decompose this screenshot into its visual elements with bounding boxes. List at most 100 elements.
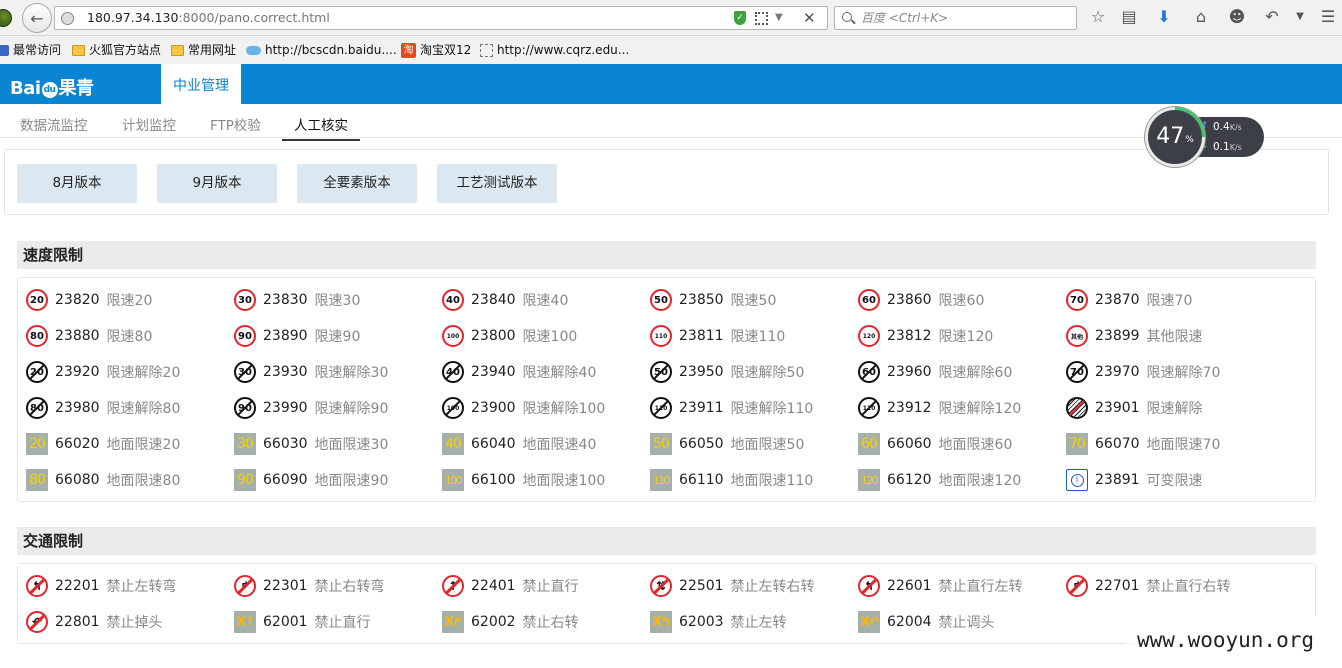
sign-item[interactable]: ⇅ 22501 禁止左转右转 xyxy=(650,574,815,598)
sign-item[interactable]: 110 23811 限速110 xyxy=(650,324,785,348)
speed-limit-icon: 90 xyxy=(234,325,256,347)
sign-item[interactable]: ↶ 22801 禁止掉头 xyxy=(26,610,163,634)
chevron-down-icon[interactable]: ▼ xyxy=(1290,7,1310,27)
sign-item[interactable]: 80 23880 限速80 xyxy=(26,324,152,348)
arrow-left-icon: ← xyxy=(30,8,44,28)
bookmark-item[interactable]: 最常访问 xyxy=(0,36,61,64)
sign-item[interactable]: 20 23820 限速20 xyxy=(26,288,152,312)
home-icon[interactable]: ⌂ xyxy=(1191,7,1211,27)
speed-limit-icon: 30 xyxy=(234,289,256,311)
sign-item[interactable]: 20 23920 限速解除20 xyxy=(26,360,180,384)
sign-name: 地面限速50 xyxy=(730,437,805,453)
sign-name: 禁止右转弯 xyxy=(314,579,385,595)
version-button-sep[interactable]: 9月版本 xyxy=(157,164,277,203)
bookmark-item[interactable]: http://bcscdn.baidu.... xyxy=(246,36,397,64)
subnav-item-manual-verify[interactable]: 人工核实 xyxy=(282,114,360,141)
dropdown-icon[interactable]: ▼ xyxy=(775,7,783,29)
sign-item[interactable]: 50 66050 地面限速50 xyxy=(650,432,804,456)
sign-item[interactable]: 120 23812 限速120 xyxy=(858,324,993,348)
sign-item[interactable]: 80 66080 地面限速80 xyxy=(26,468,180,492)
sign-name: 限速解除80 xyxy=(106,401,181,417)
sign-item[interactable]: 80 23980 限速解除80 xyxy=(26,396,180,420)
search-bar[interactable]: 百度 <Ctrl+K> xyxy=(834,6,1077,30)
bookmark-label: 淘宝双12 xyxy=(420,43,472,57)
sign-code: 23911 xyxy=(679,400,724,416)
sign-item[interactable]: ↰ 22601 禁止直行左转 xyxy=(858,574,1023,598)
download-icon[interactable]: ⬇ xyxy=(1154,7,1174,27)
sign-name: 限速解除50 xyxy=(730,365,805,381)
sign-item[interactable]: 其他 23899 其他限速 xyxy=(1066,324,1203,348)
sign-item[interactable]: 110 23911 限速解除110 xyxy=(650,396,813,420)
back-button[interactable]: ← xyxy=(22,3,52,33)
sign-item[interactable]: 50 23850 限速50 xyxy=(650,288,776,312)
logo[interactable]: Bai du 果青 xyxy=(10,71,94,99)
sign-item[interactable]: i 23891 可变限速 xyxy=(1066,468,1203,492)
sign-item[interactable]: X↱ 62002 禁止右转 xyxy=(442,610,579,634)
sign-item[interactable]: X↰ 62003 禁止左转 xyxy=(650,610,787,634)
sign-code: 23811 xyxy=(679,328,724,344)
sign-item[interactable]: 120 23912 限速解除120 xyxy=(858,396,1021,420)
version-button-test[interactable]: 工艺测试版本 xyxy=(437,164,557,203)
sign-item[interactable]: 120 66120 地面限速120 xyxy=(858,468,1021,492)
speed-limit-icon: 100 xyxy=(442,325,464,347)
undo-icon[interactable]: ↶ xyxy=(1262,7,1282,27)
bookmark-item[interactable]: 常用网址 xyxy=(171,36,236,64)
sign-item[interactable]: 60 66060 地面限速60 xyxy=(858,432,1012,456)
sign-item[interactable]: 60 23960 限速解除60 xyxy=(858,360,1012,384)
sign-name: 限速解除120 xyxy=(938,401,1022,417)
sign-item[interactable]: 40 23840 限速40 xyxy=(442,288,568,312)
shield-icon[interactable]: ✓ xyxy=(734,11,746,25)
sign-item[interactable]: 30 66030 地面限速30 xyxy=(234,432,388,456)
no-turn-sign-icon: ↱ xyxy=(1066,575,1088,597)
sign-item[interactable]: ↱ 22301 禁止右转弯 xyxy=(234,574,385,598)
reading-list-icon[interactable]: ▤ xyxy=(1119,7,1139,27)
qr-code-icon[interactable] xyxy=(755,12,768,25)
url-text[interactable]: 180.97.34.130:8000/pano.correct.html xyxy=(87,7,330,29)
sign-code: 23890 xyxy=(263,328,308,344)
sign-item[interactable]: 70 23970 限速解除70 xyxy=(1066,360,1220,384)
sign-item[interactable]: ↱ 22701 禁止直行右转 xyxy=(1066,574,1231,598)
close-icon[interactable]: ✕ xyxy=(803,7,816,29)
sign-item[interactable]: 40 23940 限速解除40 xyxy=(442,360,596,384)
sign-item[interactable]: 70 23870 限速70 xyxy=(1066,288,1192,312)
sign-item[interactable]: X↑ 62001 禁止直行 xyxy=(234,610,371,634)
sign-item[interactable]: 90 23890 限速90 xyxy=(234,324,360,348)
bookmark-item[interactable]: 火狐官方站点 xyxy=(72,36,161,64)
sign-item[interactable]: 100 23800 限速100 xyxy=(442,324,577,348)
subnav-item-ftp-check[interactable]: FTP校验 xyxy=(210,114,261,134)
sign-item[interactable]: 20 66020 地面限速20 xyxy=(26,432,180,456)
sign-code: 23920 xyxy=(55,364,100,380)
sign-name: 地面限速30 xyxy=(314,437,389,453)
chat-icon[interactable]: ☻ xyxy=(1227,7,1247,27)
version-button-aug[interactable]: 8月版本 xyxy=(17,164,137,203)
subnav-item-data-monitor[interactable]: 数据流监控 xyxy=(20,114,88,134)
nav-item-active[interactable]: 中业管理 xyxy=(161,64,241,104)
sign-code: 23980 xyxy=(55,400,100,416)
sign-item[interactable]: 70 66070 地面限速70 xyxy=(1066,432,1220,456)
subnav-item-plan-monitor[interactable]: 计划监控 xyxy=(122,114,176,134)
star-icon[interactable]: ☆ xyxy=(1088,7,1108,27)
version-button-full[interactable]: 全要素版本 xyxy=(297,164,417,203)
sign-code: 23880 xyxy=(55,328,100,344)
url-bar[interactable]: 180.97.34.130:8000/pano.correct.html ✓ ▼… xyxy=(54,6,828,30)
sign-item[interactable]: 40 66040 地面限速40 xyxy=(442,432,596,456)
sign-item[interactable]: 100 23900 限速解除100 xyxy=(442,396,605,420)
bookmark-item[interactable]: http://www.cqrz.edu... xyxy=(480,36,629,64)
sign-item[interactable]: 60 23860 限速60 xyxy=(858,288,984,312)
sign-code: 23960 xyxy=(887,364,932,380)
sign-item[interactable]: 23901 限速解除 xyxy=(1066,396,1203,420)
speed-limit-end-icon: 50 xyxy=(650,361,672,383)
sign-item[interactable]: X↶ 62004 禁止调头 xyxy=(858,610,995,634)
menu-icon[interactable]: ☰ xyxy=(1318,7,1338,27)
sign-item[interactable]: 100 66100 地面限速100 xyxy=(442,468,605,492)
sign-item[interactable]: 30 23930 限速解除30 xyxy=(234,360,388,384)
bookmark-item[interactable]: 淘淘宝双12 xyxy=(401,36,471,64)
sign-item[interactable]: 110 66110 地面限速110 xyxy=(650,468,813,492)
browser-toolbar: ← 180.97.34.130:8000/pano.correct.html ✓… xyxy=(0,0,1342,36)
sign-item[interactable]: 50 23950 限速解除50 xyxy=(650,360,804,384)
sign-item[interactable]: ↑ 22401 禁止直行 xyxy=(442,574,579,598)
sign-item[interactable]: 90 66090 地面限速90 xyxy=(234,468,388,492)
sign-item[interactable]: 90 23990 限速解除90 xyxy=(234,396,388,420)
sign-item[interactable]: ↰ 22201 禁止左转弯 xyxy=(26,574,177,598)
sign-item[interactable]: 30 23830 限速30 xyxy=(234,288,360,312)
